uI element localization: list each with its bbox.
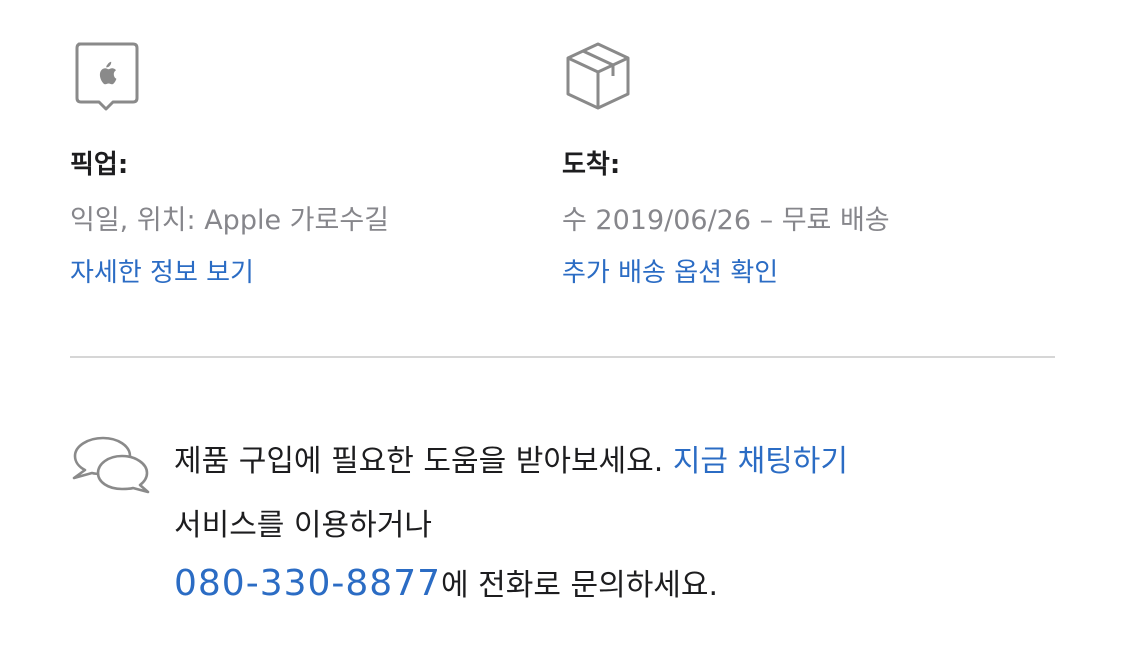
help-line-2: 서비스를 이용하거나: [174, 508, 432, 543]
delivery-heading: 도착:: [562, 150, 621, 180]
apple-store-pin-icon: [75, 42, 139, 111]
section-divider: [70, 356, 1055, 358]
help-line-3: 080-330-8877에 전화로 문의하세요.: [174, 560, 718, 604]
pickup-detail: 익일, 위치: Apple 가로수길: [70, 205, 390, 236]
chat-now-link[interactable]: 지금 채팅하기: [673, 444, 848, 479]
delivery-section: 도착: 수 2019/06/26 – 무료 배송 추가 배송 옵션 확인: [562, 40, 890, 288]
chat-bubbles-icon: [72, 436, 150, 494]
delivery-options-link[interactable]: 추가 배송 옵션 확인: [562, 252, 778, 289]
call-suffix-text: 에 전화로 문의하세요.: [441, 568, 719, 603]
help-line-1: 제품 구입에 필요한 도움을 받아보세요. 지금 채팅하기: [174, 436, 848, 480]
help-intro-text: 제품 구입에 필요한 도움을 받아보세요.: [174, 444, 664, 479]
delivery-detail: 수 2019/06/26 – 무료 배송: [562, 205, 890, 236]
pickup-section: 픽업: 익일, 위치: Apple 가로수길 자세한 정보 보기: [70, 40, 389, 288]
package-box-icon: [566, 42, 630, 110]
phone-number-link[interactable]: 080-330-8877: [174, 563, 441, 604]
pickup-more-info-link[interactable]: 자세한 정보 보기: [70, 252, 254, 289]
pickup-heading: 픽업:: [70, 150, 129, 180]
